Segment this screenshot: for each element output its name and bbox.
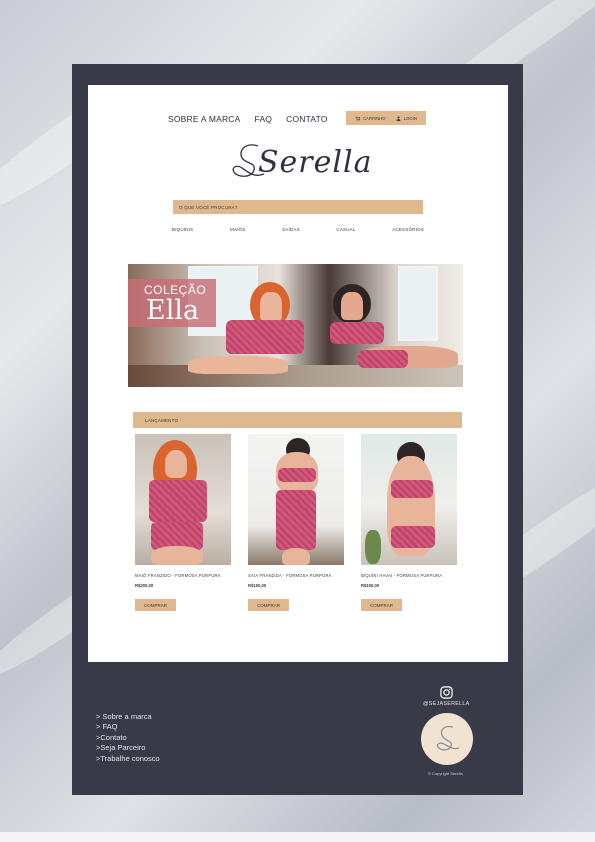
nav-sobre-a-marca[interactable]: SOBRE A MARCA xyxy=(168,114,241,124)
category-saidas[interactable]: SAÍDAS xyxy=(282,227,300,232)
model-figure xyxy=(188,356,288,374)
nav-faq[interactable]: FAQ xyxy=(255,114,273,124)
nav-contato[interactable]: CONTATO xyxy=(286,114,328,124)
category-maios[interactable]: MAIÔS xyxy=(230,227,246,232)
cart-icon xyxy=(355,116,361,121)
buy-button[interactable]: COMPRAR xyxy=(135,599,176,611)
instagram-handle[interactable]: @SEJASERELLA xyxy=(423,701,470,707)
product-image[interactable] xyxy=(361,434,457,565)
model-figure xyxy=(260,292,282,322)
buy-button[interactable]: COMPRAR xyxy=(361,599,402,611)
collection-banner[interactable]: COLEÇÃO Ella xyxy=(128,264,463,387)
model-figure xyxy=(341,292,363,320)
banner-floor xyxy=(128,365,463,387)
product-image[interactable] xyxy=(135,434,231,565)
website-page: SOBRE A MARCA FAQ CONTATO CARRINHO LOGIN… xyxy=(88,85,508,662)
section-title: LANÇAMENTO xyxy=(145,417,179,423)
cart-label: CARRINHO xyxy=(363,115,386,121)
model-figure xyxy=(165,450,187,478)
product-price: R$200,00 xyxy=(135,583,154,588)
model-outfit xyxy=(330,322,384,344)
product-card: SAIA FRANZIDA - FORMOSA PÚRPURA R$150,00… xyxy=(248,434,344,611)
copyright: © Copyright Serella xyxy=(428,771,463,776)
account-bar: CARRINHO LOGIN xyxy=(346,111,426,125)
category-acessorios[interactable]: ACESSÓRIOS xyxy=(392,227,424,232)
collection-name: Ella xyxy=(146,295,200,326)
login-label: LOGIN xyxy=(403,115,417,121)
footer-link-sobre[interactable]: > Sobre a marca xyxy=(96,712,160,722)
product-name: BIQUÍNI HAVAÍ - FORMOSA PÚRPURA xyxy=(361,573,443,578)
buy-button[interactable]: COMPRAR xyxy=(248,599,289,611)
top-navigation: SOBRE A MARCA FAQ CONTATO xyxy=(168,114,328,124)
model-legs xyxy=(151,546,203,565)
swimsuit-top xyxy=(149,480,207,522)
footer-links: > Sobre a marca > FAQ >Contato >Seja Par… xyxy=(96,712,160,764)
logo-text: Serella xyxy=(258,145,373,180)
model-outfit xyxy=(226,320,304,354)
instagram-icon[interactable] xyxy=(440,686,453,699)
product-name: MAIÔ FRANZIDO - FORMOSA PÚRPURA xyxy=(135,573,221,578)
category-casual[interactable]: CASUAL xyxy=(336,227,355,232)
section-header: LANÇAMENTO xyxy=(133,412,462,428)
footer-link-faq[interactable]: > FAQ xyxy=(96,722,160,732)
search-placeholder: O QUE VOCÊ PROCURA? xyxy=(179,204,238,210)
category-biquinis[interactable]: BIQUÍNIS xyxy=(172,227,193,232)
footer-link-contato[interactable]: >Contato xyxy=(96,733,160,743)
footer-link-trabalhe[interactable]: >Trabalhe conosco xyxy=(96,754,160,764)
bikini-top xyxy=(278,468,316,482)
logo-mark-icon xyxy=(436,726,460,751)
product-price: R$150,00 xyxy=(361,583,380,588)
search-input[interactable]: O QUE VOCÊ PROCURA? xyxy=(173,200,423,214)
user-icon xyxy=(396,116,401,121)
model-legs xyxy=(282,548,310,565)
cart-button[interactable]: CARRINHO xyxy=(355,115,386,121)
product-price: R$150,00 xyxy=(248,583,267,588)
plant xyxy=(365,530,381,564)
skirt xyxy=(276,490,316,550)
product-card: BIQUÍNI HAVAÍ - FORMOSA PÚRPURA R$150,00… xyxy=(361,434,457,611)
bikini-top xyxy=(391,480,433,498)
login-button[interactable]: LOGIN xyxy=(396,116,417,121)
bottom-strip xyxy=(0,832,595,842)
banner-window xyxy=(398,266,438,341)
category-navigation: BIQUÍNIS MAIÔS SAÍDAS CASUAL ACESSÓRIOS xyxy=(172,227,424,232)
model-outfit xyxy=(358,350,408,368)
product-name: SAIA FRANZIDA - FORMOSA PÚRPURA xyxy=(248,573,332,578)
brand-logo[interactable]: Serella xyxy=(228,133,371,193)
brand-badge xyxy=(421,713,473,765)
collection-label: COLEÇÃO Ella xyxy=(128,279,216,327)
product-card: MAIÔ FRANZIDO - FORMOSA PÚRPURA R$200,00… xyxy=(135,434,231,611)
bikini-bottom xyxy=(391,526,435,548)
product-image[interactable] xyxy=(248,434,344,565)
footer-link-parceiro[interactable]: >Seja Parceiro xyxy=(96,743,160,753)
